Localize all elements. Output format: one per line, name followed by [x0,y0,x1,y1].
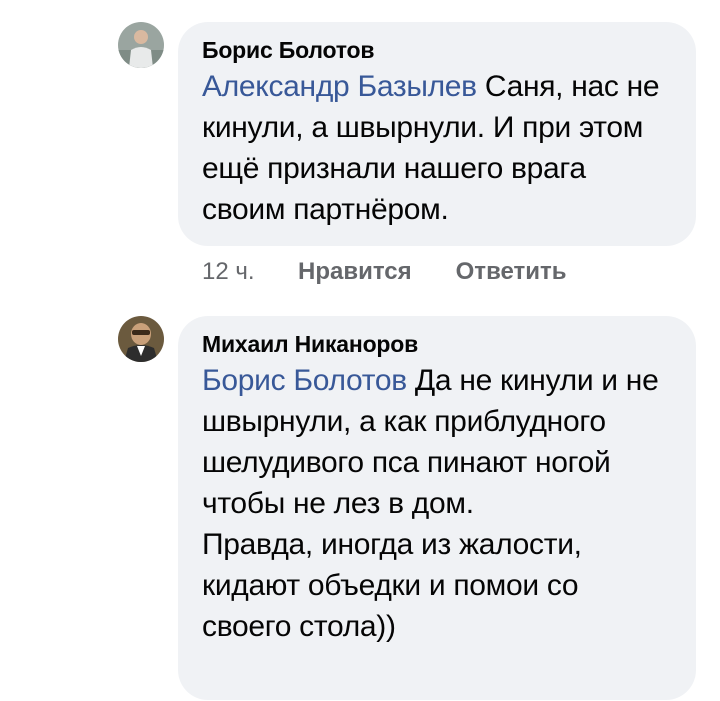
comment-actions: 12 ч. Нравится Ответить [202,258,611,286]
avatar[interactable] [118,22,164,68]
comment-text: Александр Базылев Саня, нас не кинули, а… [202,66,674,230]
mention-link[interactable]: Борис Болотов [202,364,407,397]
avatar[interactable] [118,316,164,362]
comment-text-line2: Правда, иногда из жалости, кидают объедк… [202,528,582,643]
comment-text: Борис Болотов Да не кинули и не швырнули… [202,360,674,524]
comment-bubble: Борис Болотов Александр Базылев Саня, на… [178,22,696,246]
timestamp[interactable]: 12 ч. [202,258,298,286]
reply-button[interactable]: Ответить [456,258,567,286]
like-button[interactable]: Нравится [298,258,412,286]
comment-author[interactable]: Борис Болотов [202,36,674,64]
mention-link[interactable]: Александр Базылев [202,70,477,103]
comment-author[interactable]: Михаил Никаноров [202,330,674,358]
comment-bubble: Михаил Никаноров Борис Болотов Да не кин… [178,316,696,700]
